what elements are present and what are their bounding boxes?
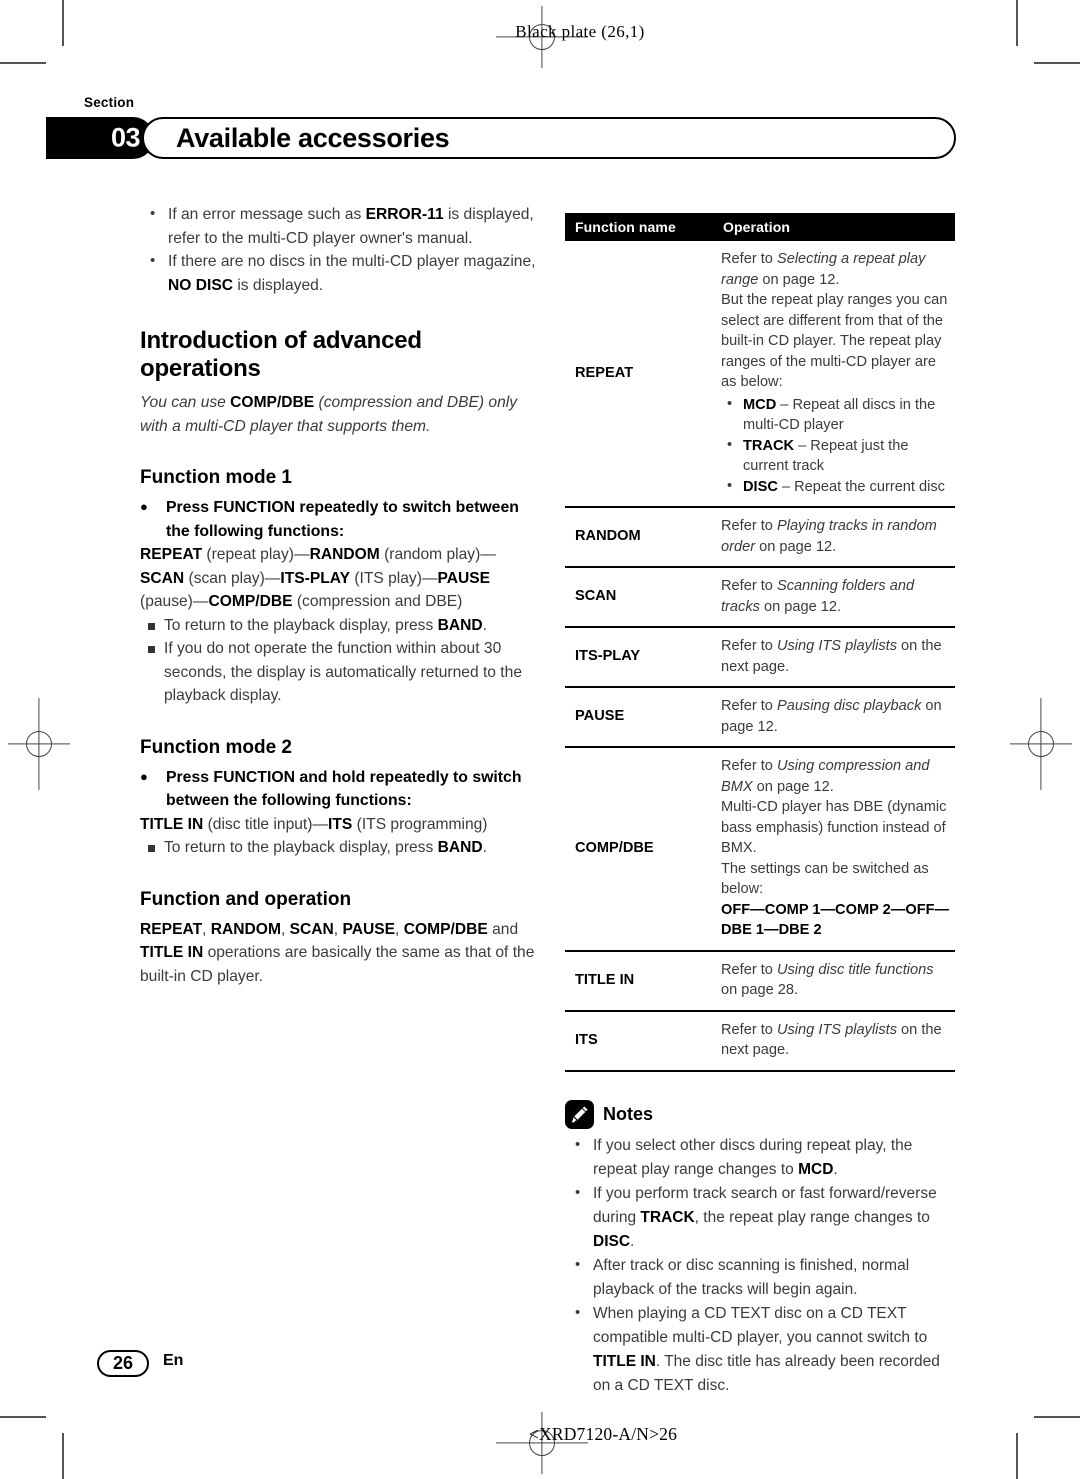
table-row: ITS Refer to Using ITS playlists on the …	[565, 1010, 955, 1072]
notes-section: Notes If you select other discs during r…	[565, 1099, 955, 1398]
operation-its: Refer to Using ITS playlists on the next…	[713, 1010, 955, 1072]
document-id: <XRD7120-A/N>26	[528, 1424, 678, 1444]
heading-function-and-operation: Function and operation	[140, 888, 352, 910]
notes-title: Notes	[603, 1103, 654, 1124]
operation-scan: Refer to Scanning folders and tracks on …	[713, 567, 955, 628]
table-row: PAUSE Refer to Pausing disc playback on …	[565, 687, 955, 748]
page-title: Available accessories	[176, 123, 450, 153]
operation-pause: Refer to Pausing disc playback on page 1…	[713, 687, 955, 748]
notes-header: Notes	[565, 1099, 955, 1129]
body-function-and-operation: REPEAT, RANDOM, SCAN, PAUSE, COMP/DBE an…	[140, 920, 535, 985]
sequence-function-mode-2: TITLE IN (disc title input)—ITS (ITS pro…	[140, 815, 488, 833]
list-item: DISC – Repeat the current disc	[721, 476, 951, 498]
table-row: RANDOM Refer to Playing tracks in random…	[565, 507, 955, 568]
black-plate-marker: Black plate (26,1)	[515, 22, 645, 41]
section-label: Section	[84, 95, 135, 110]
list-item: After track or disc scanning is finished…	[565, 1253, 955, 1302]
pencil-icon	[565, 1099, 594, 1129]
list-item: If you select other discs during repeat …	[565, 1133, 955, 1182]
crop-mark-bottom-left-horizontal	[0, 1416, 46, 1418]
heading-function-mode-1: Function mode 1	[140, 467, 292, 488]
left-column: If an error message such as ERROR-11 is …	[140, 202, 540, 988]
list-item: If you perform track search or fast forw…	[565, 1181, 955, 1254]
table-row: COMP/DBE Refer to Using compression and …	[565, 747, 955, 952]
table-header-row: Function name Operation	[565, 213, 955, 241]
list-item: MCD – Repeat all discs in the multi-CD p…	[721, 394, 951, 436]
crop-mark-top-right-horizontal	[1034, 62, 1080, 64]
list-item: If there are no discs in the multi-CD pl…	[140, 249, 540, 297]
operation-repeat: Refer to Selecting a repeat play range o…	[713, 241, 955, 508]
page-number-badge: 26	[97, 1350, 149, 1377]
top-bullet-list: If an error message such as ERROR-11 is …	[140, 202, 540, 297]
list-item: To return to the playback display, press…	[140, 836, 540, 860]
right-column: Function name Operation REPEAT Refer to …	[565, 213, 955, 1398]
heading-introduction-advanced-operations: Introduction of advanced operations	[140, 327, 422, 382]
section-number-badge: 03	[46, 117, 154, 159]
function-name-repeat: REPEAT	[565, 241, 713, 508]
column-header-operation: Operation	[713, 213, 955, 241]
table-row: TITLE IN Refer to Using disc title funct…	[565, 950, 955, 1012]
instruction-function-mode-1: Press FUNCTION repeatedly to switch betw…	[140, 495, 540, 543]
column-header-function-name: Function name	[565, 213, 713, 241]
operation-its-play: Refer to Using ITS playlists on the next…	[713, 627, 955, 688]
instruction-function-mode-2: Press FUNCTION and hold repeatedly to sw…	[140, 765, 540, 813]
registration-mark-left	[8, 698, 70, 790]
operation-comp-dbe: Refer to Using compression and BMX on pa…	[713, 747, 955, 952]
table-row: SCAN Refer to Scanning folders and track…	[565, 567, 955, 628]
registration-mark-right	[1010, 698, 1072, 790]
language-code: En	[163, 1352, 184, 1369]
notes-list: If you select other discs during repeat …	[565, 1133, 955, 1398]
function-name-comp-dbe: COMP/DBE	[565, 747, 713, 952]
notes-function-mode-1: To return to the playback display, press…	[140, 614, 540, 708]
list-item: When playing a CD TEXT disc on a CD TEXT…	[565, 1301, 955, 1398]
list-item: To return to the playback display, press…	[140, 614, 540, 638]
function-name-scan: SCAN	[565, 567, 713, 628]
crop-mark-bottom-right-horizontal	[1034, 1416, 1080, 1418]
comp-dbe-sequence: OFF—COMP 1—COMP 2—OFF—DBE 1—DBE 2	[721, 901, 950, 939]
heading-function-mode-2: Function mode 2	[140, 736, 292, 758]
function-name-its: ITS	[565, 1010, 713, 1072]
crop-mark-top-left-horizontal	[0, 62, 46, 64]
table-row: ITS-PLAY Refer to Using ITS playlists on…	[565, 627, 955, 688]
notes-function-mode-2: To return to the playback display, press…	[140, 836, 540, 860]
intro-paragraph: You can use COMP/DBE (compression and DB…	[140, 394, 518, 435]
table-row: REPEAT Refer to Selecting a repeat play …	[565, 241, 955, 508]
function-name-its-play: ITS-PLAY	[565, 627, 713, 688]
section-banner: Section 03 Available accessories	[46, 95, 956, 159]
section-number: 03	[110, 122, 141, 153]
repeat-range-list: MCD – Repeat all discs in the multi-CD p…	[721, 394, 951, 498]
function-name-random: RANDOM	[565, 507, 713, 568]
sequence-function-mode-1: REPEAT (repeat play)—RANDOM (random play…	[140, 546, 496, 610]
operation-random: Refer to Playing tracks in random order …	[713, 507, 955, 568]
list-item: If you do not operate the function withi…	[140, 637, 540, 708]
function-name-title-in: TITLE IN	[565, 950, 713, 1012]
function-operation-table: Function name Operation REPEAT Refer to …	[565, 213, 955, 1072]
list-item: If an error message such as ERROR-11 is …	[140, 202, 540, 250]
function-name-pause: PAUSE	[565, 687, 713, 748]
operation-title-in: Refer to Using disc title functions on p…	[713, 950, 955, 1012]
list-item: TRACK – Repeat just the current track	[721, 435, 951, 477]
